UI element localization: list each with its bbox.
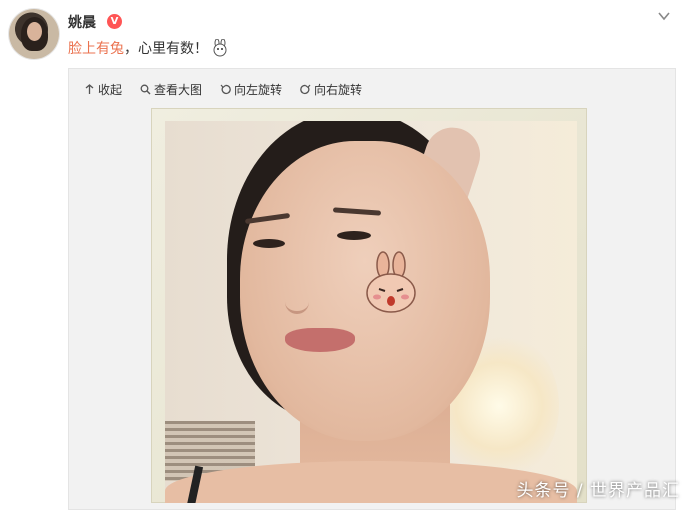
username[interactable]: 姚晨 <box>68 12 96 32</box>
post-photo[interactable] <box>165 121 577 503</box>
avatar-face <box>27 22 42 41</box>
verified-badge-icon: V <box>107 14 122 29</box>
collapse-button[interactable]: 收起 <box>84 80 122 98</box>
rotate-left-label: 向左旋转 <box>234 82 283 97</box>
post-body: ，心里有数！ <box>124 41 208 57</box>
photo-lips <box>285 328 355 352</box>
watermark: 头条号 / 世界产品汇 <box>516 481 680 501</box>
view-large-label: 查看大图 <box>154 82 203 97</box>
collapse-label: 收起 <box>98 82 123 97</box>
rotate-right-icon <box>300 84 311 94</box>
avatar[interactable] <box>9 9 59 59</box>
topic-link[interactable]: 脸上有兔 <box>68 41 124 57</box>
arrow-up-icon <box>85 83 94 94</box>
rabbit-emoji-icon <box>213 39 227 57</box>
view-large-button[interactable]: 查看大图 <box>140 80 202 98</box>
rotate-left-icon <box>220 84 231 94</box>
bunny-sticker-icon <box>366 251 416 313</box>
rotate-left-button[interactable]: 向左旋转 <box>220 80 282 98</box>
media-toolbar: 收起 查看大图 向左旋转 向右旋转 <box>84 80 362 98</box>
rotate-right-label: 向右旋转 <box>314 82 363 97</box>
rotate-right-button[interactable]: 向右旋转 <box>300 80 362 98</box>
post-text: 脸上有兔，心里有数！ <box>68 38 229 58</box>
photo-left-eye <box>253 239 285 248</box>
photo-right-eye <box>337 231 371 240</box>
photo-nose <box>285 271 309 314</box>
search-icon <box>140 84 151 94</box>
chevron-down-icon[interactable] <box>658 10 670 22</box>
